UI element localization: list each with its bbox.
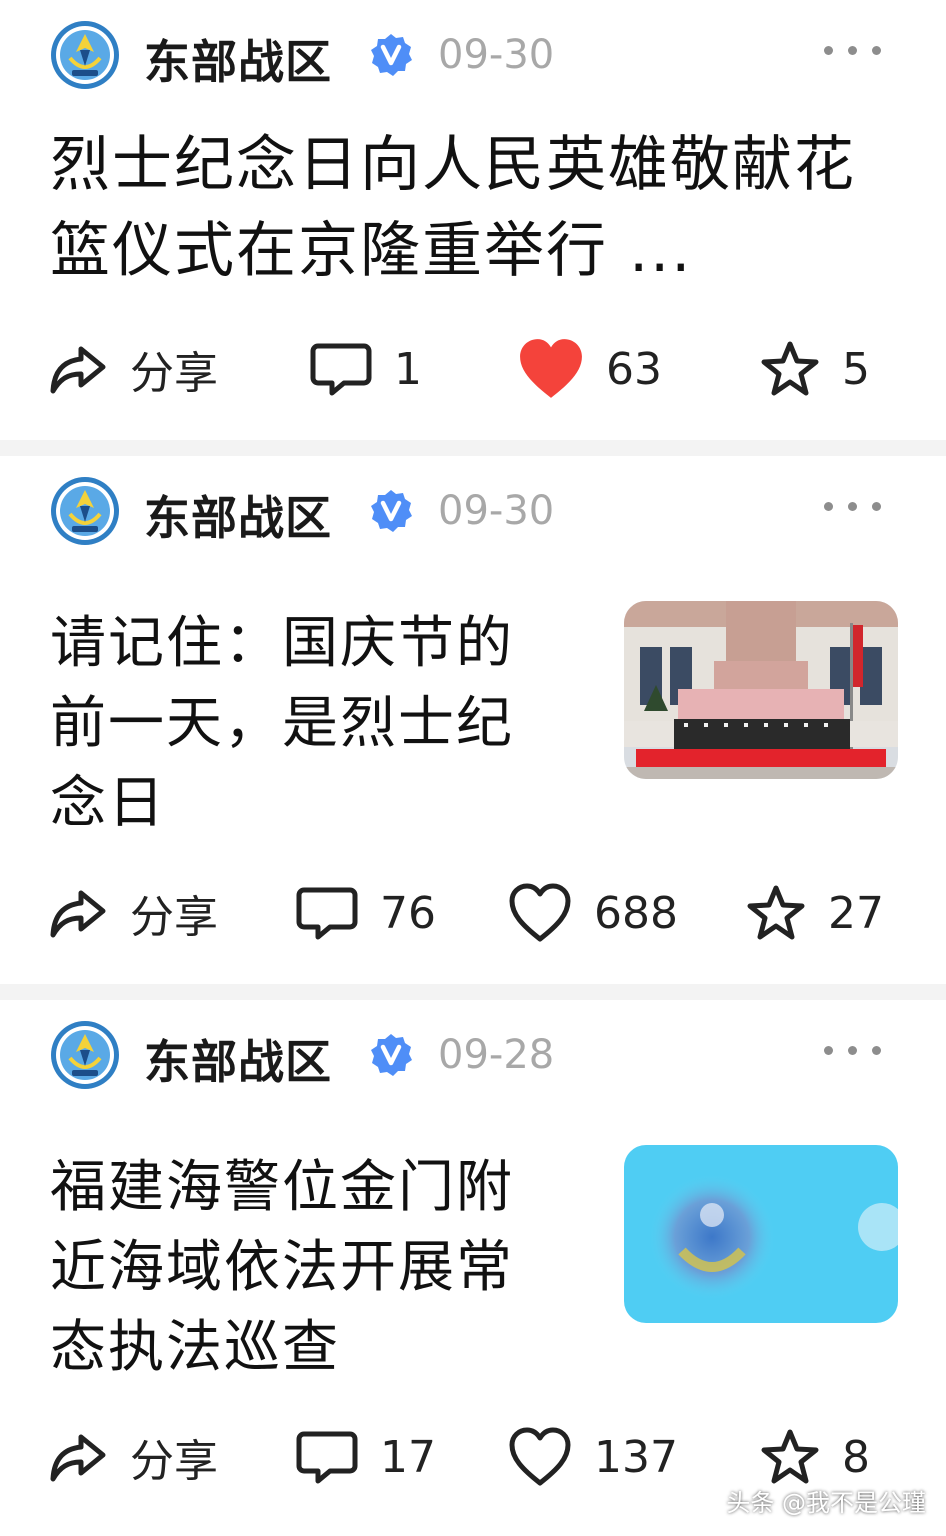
favorite-count: 5 bbox=[842, 343, 870, 395]
monument-photo bbox=[624, 601, 898, 779]
heart-icon bbox=[508, 883, 572, 943]
comment-icon bbox=[296, 884, 358, 942]
star-icon bbox=[746, 884, 806, 942]
like-button[interactable]: 137 bbox=[508, 1422, 678, 1492]
like-count: 137 bbox=[594, 1431, 678, 1483]
like-button[interactable]: 688 bbox=[508, 878, 678, 948]
comment-count: 17 bbox=[380, 1431, 436, 1483]
share-icon bbox=[48, 1427, 108, 1487]
favorite-button[interactable]: 27 bbox=[746, 878, 884, 948]
author-name[interactable]: 东部战区 bbox=[144, 482, 332, 548]
comment-count: 76 bbox=[380, 887, 436, 939]
post-title[interactable]: 福建海警位金门附近海域依法开展常态执法巡查 bbox=[50, 1148, 550, 1388]
avatar[interactable] bbox=[50, 476, 120, 546]
share-icon bbox=[48, 883, 108, 943]
action-bar: 分享 76 688 27 bbox=[0, 878, 946, 948]
author-name[interactable]: 东部战区 bbox=[144, 1026, 332, 1092]
share-button[interactable]: 分享 bbox=[48, 878, 218, 948]
favorite-count: 8 bbox=[842, 1431, 870, 1483]
heart-filled-icon bbox=[518, 338, 584, 400]
emblem-icon bbox=[50, 476, 120, 546]
post-thumbnail[interactable] bbox=[624, 601, 898, 779]
feed-post[interactable]: 东部战区 09-30 请记住：国庆节的前一天，是烈士纪念日 分享 76 688 … bbox=[0, 456, 946, 984]
post-date: 09-30 bbox=[438, 32, 555, 78]
author-name[interactable]: 东部战区 bbox=[144, 26, 332, 92]
action-bar: 分享 17 137 8 bbox=[0, 1422, 946, 1492]
more-options-icon[interactable] bbox=[824, 40, 882, 60]
favorite-count: 27 bbox=[828, 887, 884, 939]
watermark: 头条 @我不是公瑾 bbox=[726, 1489, 926, 1517]
verified-badge-icon bbox=[368, 1032, 414, 1078]
divider bbox=[0, 440, 946, 456]
post-header: 东部战区 09-30 bbox=[50, 476, 896, 546]
star-icon bbox=[760, 340, 820, 398]
post-header: 东部战区 09-28 bbox=[50, 1020, 896, 1090]
share-label: 分享 bbox=[130, 348, 218, 399]
emblem-icon bbox=[50, 1020, 120, 1090]
like-button[interactable]: 63 bbox=[518, 334, 662, 404]
more-options-icon[interactable] bbox=[824, 1040, 882, 1060]
like-count: 688 bbox=[594, 887, 678, 939]
comment-icon bbox=[296, 1428, 358, 1486]
comment-icon bbox=[310, 340, 372, 398]
feed-post[interactable]: 东部战区 09-28 福建海警位金门附近海域依法开展常态执法巡查 分享 17 1… bbox=[0, 1000, 946, 1536]
favorite-button[interactable]: 8 bbox=[760, 1422, 870, 1492]
action-bar: 分享 1 63 5 bbox=[0, 334, 946, 404]
post-title[interactable]: 请记住：国庆节的前一天，是烈士纪念日 bbox=[50, 604, 550, 844]
share-button[interactable]: 分享 bbox=[48, 334, 218, 404]
heart-icon bbox=[508, 1427, 572, 1487]
share-button[interactable]: 分享 bbox=[48, 1422, 218, 1492]
more-options-icon[interactable] bbox=[824, 496, 882, 516]
comment-button[interactable]: 17 bbox=[296, 1422, 436, 1492]
post-date: 09-30 bbox=[438, 488, 555, 534]
favorite-button[interactable]: 5 bbox=[760, 334, 870, 404]
coast-guard-emblem-image bbox=[624, 1145, 898, 1323]
share-label: 分享 bbox=[130, 892, 218, 943]
comment-button[interactable]: 76 bbox=[296, 878, 436, 948]
share-icon bbox=[48, 339, 108, 399]
post-thumbnail[interactable] bbox=[624, 1145, 898, 1323]
emblem-icon bbox=[50, 20, 120, 90]
verified-badge-icon bbox=[368, 32, 414, 78]
avatar[interactable] bbox=[50, 1020, 120, 1090]
comment-button[interactable]: 1 bbox=[310, 334, 422, 404]
verified-badge-icon bbox=[368, 488, 414, 534]
star-icon bbox=[760, 1428, 820, 1486]
feed-post[interactable]: 东部战区 09-30 烈士纪念日向人民英雄敬献花篮仪式在京隆重举行 ... 分享… bbox=[0, 0, 946, 440]
post-title[interactable]: 烈士纪念日向人民英雄敬献花篮仪式在京隆重举行 ... bbox=[50, 122, 910, 294]
share-label: 分享 bbox=[130, 1436, 218, 1487]
like-count: 63 bbox=[606, 343, 662, 395]
post-date: 09-28 bbox=[438, 1032, 555, 1078]
divider bbox=[0, 984, 946, 1000]
post-header: 东部战区 09-30 bbox=[50, 20, 896, 90]
comment-count: 1 bbox=[394, 343, 422, 395]
avatar[interactable] bbox=[50, 20, 120, 90]
